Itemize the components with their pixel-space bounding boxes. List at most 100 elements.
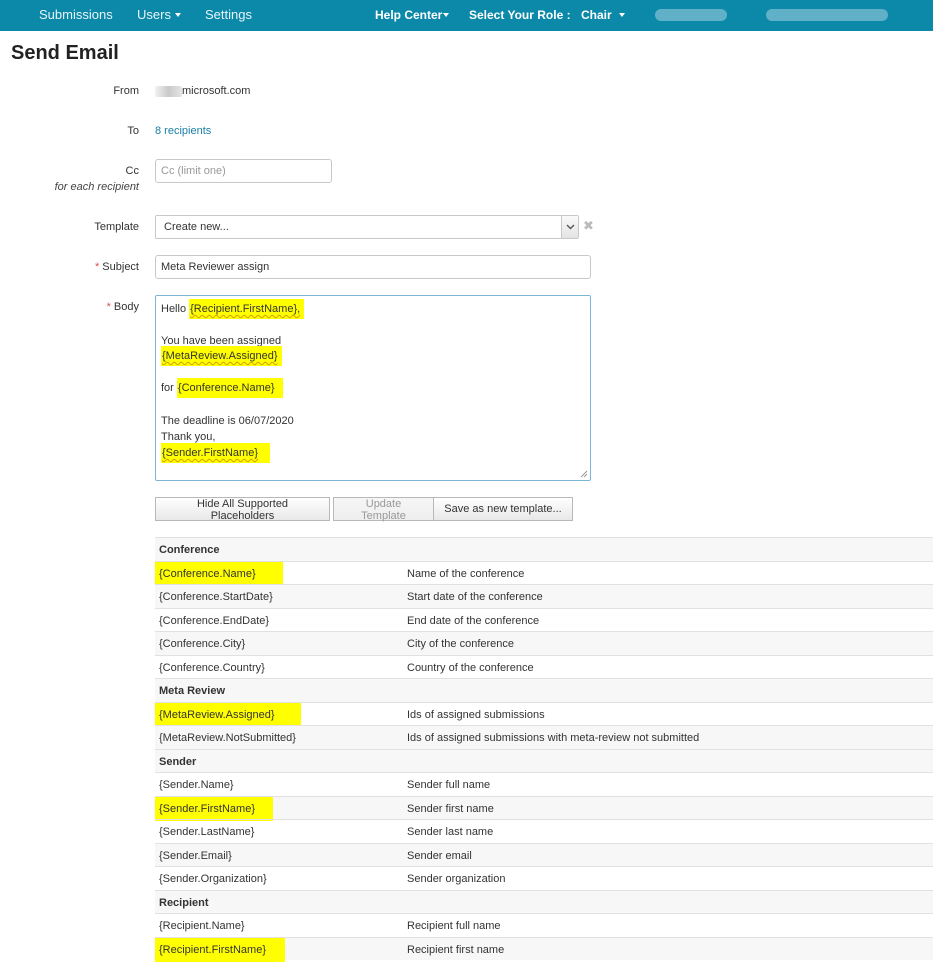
- table-row: {Sender.Name} Sender full name: [155, 772, 933, 796]
- placeholder-key: {Sender.Email}: [159, 849, 232, 862]
- role-label: Select Your Role :: [469, 8, 571, 22]
- template-dropdown-button[interactable]: [561, 216, 578, 238]
- table-row: {Recipient.FirstName} Recipient first nam…: [155, 936, 933, 962]
- table-row: {Sender.Email} Sender email: [155, 842, 933, 866]
- placeholder-recipient-firstname: {Recipient.FirstName},: [189, 299, 305, 319]
- update-template-button[interactable]: Update Template: [333, 497, 434, 522]
- page-title: Send Email: [11, 42, 119, 64]
- placeholder-desc: City of the conference: [407, 638, 515, 650]
- placeholder-key: {Conference.StartDate}: [159, 591, 273, 603]
- group-header-sender: Sender: [155, 748, 933, 772]
- body-line-thanks: Thank you,: [161, 431, 216, 443]
- body-line-for: for {Conference.Name}: [161, 378, 283, 398]
- to-label: To: [127, 125, 139, 137]
- group-title: Sender: [159, 755, 197, 768]
- redacted-email-user: [155, 85, 182, 97]
- table-row: {Sender.Organization} Sender organization: [155, 866, 933, 890]
- from-address: microsoft.com: [155, 85, 250, 97]
- table-row: {Conference.Name} Name of the conference: [155, 560, 933, 586]
- placeholder-desc: Sender organization: [407, 873, 506, 885]
- nav-users-menu[interactable]: Users: [137, 0, 181, 31]
- placeholder-metareview-assigned: {MetaReview.Assigned}: [161, 346, 282, 366]
- placeholder-key: {MetaReview.Assigned}: [155, 702, 301, 727]
- group-title: Meta Review: [159, 685, 226, 697]
- placeholder-key: {Sender.LastName}: [159, 826, 255, 838]
- table-row: {Sender.FirstName} Sender first name: [155, 795, 933, 821]
- template-selected-value: Create new...: [164, 221, 229, 233]
- from-label: From: [113, 85, 139, 97]
- nav-help-center[interactable]: Help Center: [375, 0, 450, 31]
- subject-label: * Subject: [95, 261, 139, 273]
- resize-handle-icon[interactable]: [580, 470, 588, 478]
- placeholder-desc: Sender full name: [407, 779, 491, 791]
- redacted-account-info: [766, 9, 888, 21]
- recipients-link[interactable]: 8 recipients: [155, 125, 211, 137]
- placeholder-desc: Recipient first name: [407, 943, 505, 956]
- table-row: {Recipient.Name} Recipient full name: [155, 913, 933, 937]
- placeholder-desc: Country of the conference: [407, 661, 534, 674]
- placeholder-desc: Sender last name: [407, 826, 494, 838]
- group-header-conference: Conference: [155, 537, 933, 561]
- role-value: Chair: [581, 8, 612, 22]
- save-new-template-button[interactable]: Save as new template...: [433, 497, 573, 521]
- table-row: {Conference.Country} Country of the confe…: [155, 654, 933, 679]
- body-line-greeting: Hello {Recipient.FirstName},: [161, 299, 305, 319]
- body-line-metareview: {MetaReview.Assigned}: [161, 346, 282, 366]
- placeholder-key: {Recipient.Name}: [159, 920, 245, 932]
- chevron-down-icon: [566, 224, 575, 230]
- group-header-recipient: Recipient: [155, 889, 933, 913]
- body-line-deadline: The deadline is 06/07/2020: [161, 415, 294, 427]
- template-select[interactable]: Create new...: [155, 215, 579, 239]
- redacted-user-info: [655, 9, 727, 21]
- group-header-meta-review: Meta Review: [155, 678, 933, 702]
- from-domain: microsoft.com: [182, 85, 251, 97]
- table-row: {Conference.City} City of the conference: [155, 631, 933, 655]
- table-row: {Conference.StartDate} Start date of the …: [155, 584, 933, 608]
- table-row: {MetaReview.Assigned} Ids of assigned sub…: [155, 701, 933, 727]
- nav-help-center-label: Help Center: [375, 8, 443, 22]
- placeholder-key: {Conference.Name}: [155, 561, 283, 586]
- body-line-signature: {Sender.FirstName}: [161, 443, 270, 463]
- placeholder-desc: Ids of assigned submissions with meta-re…: [407, 732, 700, 744]
- placeholder-key: {Sender.Organization}: [159, 873, 267, 885]
- cc-label: Cc: [125, 165, 139, 177]
- template-label: Template: [94, 221, 139, 233]
- subject-input[interactable]: [155, 255, 591, 279]
- placeholder-key: {MetaReview.NotSubmitted}: [159, 732, 296, 744]
- placeholder-key: {Conference.Country}: [159, 661, 265, 674]
- placeholder-key: {Conference.City}: [159, 638, 246, 650]
- group-title: Recipient: [159, 896, 209, 909]
- hide-placeholders-button[interactable]: Hide All Supported Placeholders: [155, 497, 330, 522]
- placeholder-conference-name: {Conference.Name}: [176, 378, 283, 398]
- required-mark: *: [95, 261, 100, 273]
- required-mark: *: [106, 301, 111, 313]
- group-title: Conference: [159, 544, 220, 556]
- placeholder-key: {Conference.EndDate}: [159, 614, 270, 627]
- clear-template-icon[interactable]: ✖: [583, 218, 594, 234]
- placeholder-key: {Recipient.FirstName}: [155, 937, 285, 962]
- nav-submissions[interactable]: Submissions: [39, 0, 113, 31]
- cc-input[interactable]: [155, 159, 332, 183]
- body-textarea[interactable]: Hello {Recipient.FirstName}, You have be…: [155, 295, 591, 481]
- placeholder-key: {Sender.FirstName}: [155, 796, 273, 821]
- placeholder-table: Conference {Conference.Name} Name of the …: [155, 537, 933, 962]
- top-navbar: Submissions Users Settings Help Center S…: [0, 0, 933, 31]
- chevron-down-icon: [618, 12, 625, 17]
- subject-label-text: Subject: [102, 261, 139, 273]
- chevron-down-icon: [443, 12, 450, 17]
- table-row: {Conference.EndDate} End date of the conf…: [155, 607, 933, 632]
- body-label: * Body: [107, 301, 139, 313]
- placeholder-desc: Start date of the conference: [407, 591, 543, 603]
- placeholder-desc: Name of the conference: [407, 567, 525, 580]
- body-for: for: [161, 382, 177, 394]
- placeholder-desc: End date of the conference: [407, 614, 540, 627]
- body-hello: Hello: [161, 303, 190, 315]
- body-label-text: Body: [113, 301, 139, 313]
- placeholder-key: {Sender.Name}: [159, 779, 234, 791]
- placeholder-desc: Ids of assigned submissions: [407, 708, 545, 721]
- role-selector[interactable]: Chair: [581, 0, 625, 31]
- placeholder-desc: Sender email: [407, 849, 472, 862]
- placeholder-desc: Recipient full name: [407, 920, 501, 932]
- table-row: {Sender.LastName} Sender last name: [155, 819, 933, 843]
- nav-settings[interactable]: Settings: [205, 0, 252, 31]
